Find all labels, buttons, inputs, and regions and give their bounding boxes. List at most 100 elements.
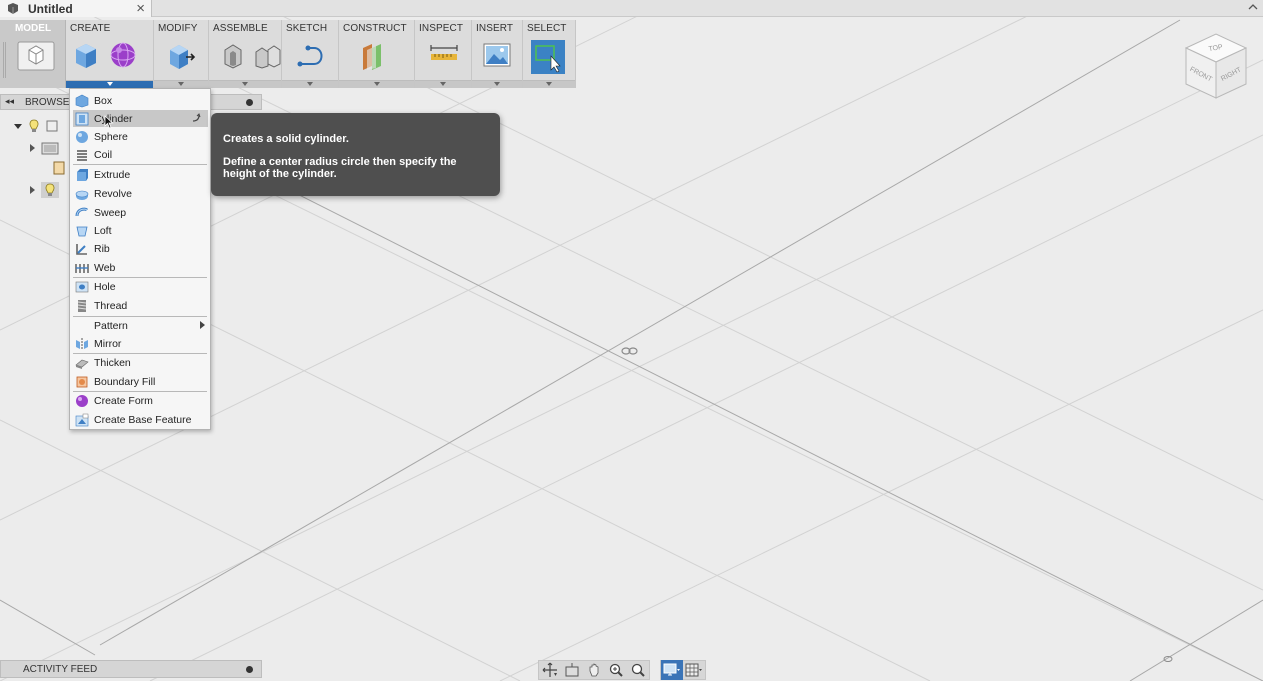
- title-bar: Untitled ×: [0, 0, 1263, 17]
- chevron-up-icon[interactable]: [1247, 1, 1259, 13]
- new-component-icon[interactable]: [221, 40, 245, 70]
- mirror-icon: [76, 337, 88, 350]
- menu-item-label: Thicken: [94, 356, 131, 369]
- inspect-dropdown-button[interactable]: [415, 80, 471, 88]
- menu-item-label: Hole: [94, 280, 116, 293]
- submenu-arrow-icon: [200, 321, 205, 329]
- select-label: SELECT: [527, 23, 567, 34]
- measure-icon[interactable]: [429, 40, 459, 70]
- create-dropdown-button[interactable]: [66, 80, 153, 88]
- pan-icon[interactable]: [583, 660, 605, 680]
- zoom-window-icon[interactable]: [627, 660, 649, 680]
- expand-origin-icon[interactable]: [30, 186, 35, 194]
- menu-item-mirror[interactable]: Mirror: [73, 335, 208, 352]
- menu-item-boundary-fill[interactable]: Boundary Fill: [73, 373, 208, 390]
- menu-item-extrude[interactable]: Extrude: [73, 166, 208, 183]
- document-title: Untitled: [28, 1, 73, 16]
- construct-dropdown-button[interactable]: [339, 80, 414, 88]
- tree-row-origin[interactable]: [30, 182, 59, 198]
- activity-feed-label: ACTIVITY FEED: [23, 664, 98, 675]
- sketch-spline-icon[interactable]: [296, 40, 326, 70]
- joint-icon[interactable]: [253, 40, 283, 70]
- activity-feed-panel[interactable]: ACTIVITY FEED: [0, 660, 262, 678]
- menu-item-web[interactable]: Web: [73, 259, 208, 276]
- lightbulb-icon[interactable]: [41, 182, 59, 198]
- pin-activity-feed-icon[interactable]: [246, 666, 253, 673]
- toolbar-grip-icon[interactable]: [3, 42, 6, 78]
- create-form-icon: [76, 394, 88, 407]
- create-form-icon[interactable]: [108, 40, 138, 70]
- construct-group[interactable]: CONSTRUCT: [339, 20, 415, 88]
- menu-item-loft[interactable]: Loft: [73, 222, 208, 239]
- insert-image-icon[interactable]: [482, 40, 512, 70]
- look-at-icon[interactable]: [561, 660, 583, 680]
- view-tools-group: ▾: [538, 660, 650, 680]
- offset-plane-icon[interactable]: [359, 40, 389, 70]
- select-dropdown-button[interactable]: [523, 80, 575, 88]
- modify-label: MODIFY: [158, 23, 198, 34]
- mouse-cursor-icon: [104, 115, 114, 129]
- menu-item-rib[interactable]: Rib: [73, 240, 208, 257]
- menu-item-pattern[interactable]: Pattern: [73, 317, 208, 334]
- grid-settings-icon[interactable]: [683, 660, 705, 680]
- workspace-switcher[interactable]: MODEL: [0, 20, 66, 88]
- insert-dropdown-button[interactable]: [472, 80, 522, 88]
- menu-item-sphere[interactable]: Sphere: [73, 128, 208, 145]
- display-tools-group: [660, 660, 706, 680]
- sphere-icon: [76, 130, 88, 143]
- construct-label: CONSTRUCT: [343, 23, 407, 34]
- menu-item-sweep[interactable]: Sweep: [73, 204, 208, 221]
- expand-root-icon[interactable]: [14, 123, 22, 129]
- collapse-browser-icon[interactable]: ◂◂: [5, 96, 14, 107]
- select-group[interactable]: SELECT: [523, 20, 576, 88]
- menu-item-create-form[interactable]: Create Form: [73, 392, 208, 409]
- assemble-dropdown-button[interactable]: [209, 80, 281, 88]
- create-group[interactable]: CREATE: [66, 20, 154, 88]
- menu-item-label: Box: [94, 94, 113, 107]
- box-icon[interactable]: [72, 40, 100, 70]
- menu-item-thicken[interactable]: Thicken: [73, 354, 208, 371]
- insert-group[interactable]: INSERT: [472, 20, 523, 88]
- pin-browser-icon[interactable]: [246, 99, 253, 106]
- document-settings-icon: [53, 161, 65, 175]
- close-tab-icon[interactable]: ×: [136, 0, 145, 17]
- menu-item-hole[interactable]: Hole: [73, 278, 208, 295]
- zoom-icon[interactable]: [605, 660, 627, 680]
- menu-item-revolve[interactable]: Revolve: [73, 185, 208, 202]
- menu-item-cylinder[interactable]: Cylinder: [73, 110, 208, 129]
- menu-item-label: Sweep: [94, 206, 127, 219]
- sketch-group[interactable]: SKETCH: [282, 20, 339, 88]
- document-tab[interactable]: Untitled ×: [0, 0, 152, 17]
- menu-item-thread[interactable]: Thread: [73, 297, 208, 314]
- tree-row-views[interactable]: [30, 140, 59, 156]
- menu-item-box[interactable]: Box: [73, 92, 208, 109]
- lightbulb-icon[interactable]: [28, 119, 40, 133]
- extrude-icon: [77, 168, 88, 181]
- display-settings-icon[interactable]: [661, 660, 683, 680]
- press-pull-icon[interactable]: [166, 40, 196, 70]
- modify-group[interactable]: MODIFY: [154, 20, 209, 88]
- expand-views-icon[interactable]: [30, 144, 35, 152]
- menu-item-label: Coil: [94, 148, 113, 161]
- sketch-dropdown-button[interactable]: [282, 80, 338, 88]
- menu-item-label: Create Form: [94, 394, 153, 407]
- viewcube[interactable]: TOP FRONT RIGHT: [1180, 30, 1252, 106]
- curve-arrow-icon: [192, 113, 201, 122]
- select-icon[interactable]: [531, 40, 565, 74]
- rib-icon: [76, 243, 87, 255]
- menu-item-coil[interactable]: Coil: [73, 146, 208, 163]
- origin-marker: [621, 347, 638, 355]
- coil-icon: [77, 149, 87, 161]
- tree-row-units[interactable]: [52, 160, 66, 176]
- inspect-label: INSPECT: [419, 23, 464, 34]
- tree-row-root[interactable]: [14, 118, 58, 134]
- ribbon-toolbar: MODEL CREATE MODIFY ASSEMBLE SKETCH CONS…: [0, 20, 576, 88]
- box-icon: [75, 94, 89, 107]
- modify-dropdown-button[interactable]: [154, 80, 208, 88]
- inspect-group[interactable]: INSPECT: [415, 20, 472, 88]
- orbit-icon[interactable]: ▾: [539, 660, 561, 680]
- menu-item-label: Mirror: [94, 337, 122, 350]
- assemble-group[interactable]: ASSEMBLE: [209, 20, 282, 88]
- menu-item-label: Pattern: [94, 319, 128, 332]
- menu-item-create-base-feature[interactable]: Create Base Feature: [73, 411, 208, 428]
